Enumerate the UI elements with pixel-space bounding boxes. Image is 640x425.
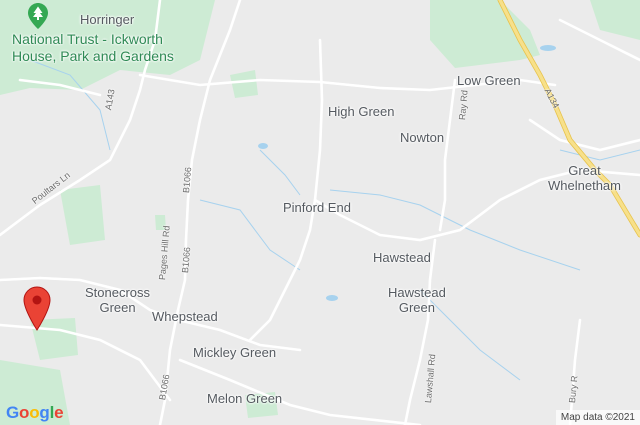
location-pin-icon[interactable] [23, 286, 51, 332]
logo-letter: G [6, 403, 20, 422]
map-canvas[interactable]: Horringer High Green Low Green Nowton Gr… [0, 0, 640, 425]
logo-letter: o [19, 403, 30, 422]
google-logo[interactable]: Google [6, 403, 64, 423]
place-label-nowton: Nowton [400, 130, 445, 145]
place-label-great-whelnetham: Great Whelnetham [548, 163, 621, 193]
tree-icon[interactable] [28, 3, 48, 29]
map-attribution[interactable]: Map data ©2021 [555, 410, 640, 425]
place-label-low-green: Low Green [457, 73, 521, 88]
logo-letter: o [29, 403, 40, 422]
logo-letter: g [39, 403, 50, 422]
place-label-high-green: High Green [328, 104, 395, 119]
place-label-pinford-end: Pinford End [283, 200, 351, 215]
place-label-melon-green: Melon Green [207, 391, 283, 406]
place-label-hawstead: Hawstead [373, 250, 431, 265]
place-label-stonecross-green: Stonecross Green [85, 285, 151, 315]
logo-letter: e [54, 403, 64, 422]
poi-label-ickworth[interactable]: National Trust - Ickworth House, Park an… [12, 31, 174, 65]
place-label-mickley-green: Mickley Green [193, 345, 277, 360]
place-label-hawstead-green: Hawstead Green [388, 285, 446, 315]
place-label-horringer: Horringer [80, 12, 135, 27]
place-label-whepstead: Whepstead [152, 309, 218, 324]
